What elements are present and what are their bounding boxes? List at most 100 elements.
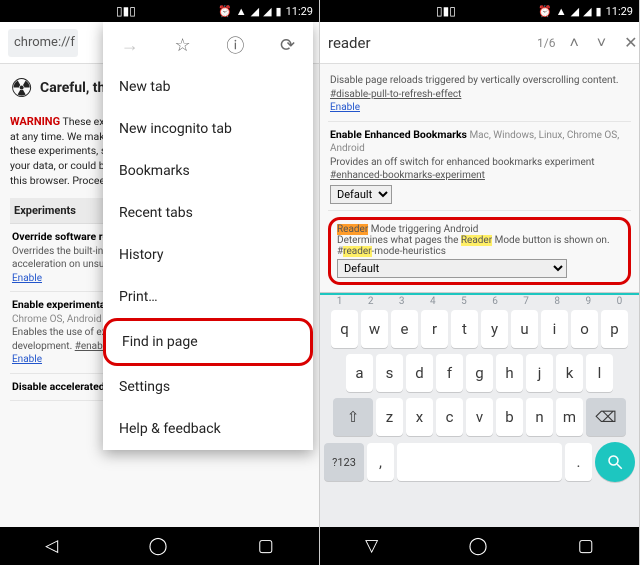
key-comma[interactable]: , [367,443,394,481]
key-z[interactable]: z [376,398,403,436]
nav-bar: ◁ ◯ ▢ [0,527,319,565]
flag-dropdown[interactable]: Default [337,259,567,278]
nav-home-icon[interactable]: ◯ [468,536,487,556]
wifi-icon: ▲ [236,5,247,18]
menu-new-tab[interactable]: New tab [103,66,313,108]
nav-recents-icon[interactable]: ▢ [578,536,594,556]
find-input[interactable] [328,34,527,52]
menu-bookmarks[interactable]: Bookmarks [103,150,313,192]
key-w[interactable]: w [361,310,388,348]
flag-hash: #disable-pull-to-refresh-effect [330,89,461,100]
find-close-icon[interactable]: ✕ [620,33,640,52]
key-n[interactable]: n [526,398,553,436]
battery-icon: ▮ [596,5,602,18]
key-x[interactable]: x [406,398,433,436]
key-m[interactable]: m [556,398,583,436]
key-y[interactable]: y [481,310,508,348]
vibrate-icon: ▯▮▯ [116,4,136,18]
warning-label: WARNING [10,115,60,128]
flag-enable-link[interactable]: Enable [12,354,42,365]
key-q[interactable]: q [331,310,358,348]
key-shift[interactable]: ⇧ [333,398,373,436]
key-h[interactable]: h [496,354,523,392]
highlighted-flag: Reader Mode triggering Android Determine… [328,217,631,285]
menu-find-in-page[interactable]: Find in page [103,318,313,366]
menu-settings[interactable]: Settings [103,366,313,408]
key-s[interactable]: s [376,354,403,392]
key-f[interactable]: f [436,354,463,392]
menu-recent-tabs[interactable]: Recent tabs [103,192,313,234]
vibrate-icon: ▯▮▯ [436,4,456,18]
nav-back-icon[interactable]: ◁ [45,536,58,556]
key-o[interactable]: o [571,310,598,348]
key-symbols[interactable]: ?123 [324,443,364,481]
key-p[interactable]: p [601,310,628,348]
menu-print[interactable]: Print… [103,276,313,318]
key-j[interactable]: j [526,354,553,392]
reload-icon[interactable]: ⟳ [280,35,295,56]
key-k[interactable]: k [556,354,583,392]
nav-back-icon[interactable]: ▽ [365,536,378,556]
status-bar: ▯▮▯ ⏰ ▲ ◢ ◢ ▮ 11:29 [320,0,639,22]
find-prev-icon[interactable]: ˄ [565,33,582,53]
right-screen: ▯▮▯ ⏰ ▲ ◢ ◢ ▮ 11:29 1/6 ˄ ˅ ✕ Disable pa… [320,0,640,565]
find-bar: 1/6 ˄ ˅ ✕ [320,22,639,64]
menu-new-incognito[interactable]: New incognito tab [103,108,313,150]
key-d[interactable]: d [406,354,433,392]
left-screen: ▯▮▯ ⏰ ▲ ◢ ◢ ▮ 11:29 chrome://f ☢ Careful… [0,0,320,565]
key-c[interactable]: c [436,398,463,436]
key-b[interactable]: b [496,398,523,436]
key-row-1: q w e r t y u i o p [320,307,639,351]
signal-icon: ◢ [251,5,259,18]
flag-dropdown[interactable]: Default [330,185,392,204]
wifi-icon: ▲ [556,5,567,18]
flag-title: Enable Enhanced Bookmarks [330,128,467,141]
highlight-current: Reader [337,224,368,235]
flag-desc: Disable page reloads triggered by vertic… [330,75,619,86]
key-e[interactable]: e [391,310,418,348]
alarm-icon: ⏰ [218,5,232,18]
signal-icon-2: ◢ [263,5,271,18]
key-a[interactable]: a [346,354,373,392]
overflow-menu: → ☆ ⓘ ⟳ New tab New incognito tab Bookma… [103,22,313,450]
highlight-match: Reader [461,235,492,246]
key-period[interactable]: . [565,443,592,481]
star-icon[interactable]: ☆ [175,35,191,56]
alarm-icon: ⏰ [538,5,552,18]
key-l[interactable]: l [586,354,613,392]
battery-icon: ▮ [276,5,282,18]
soft-keyboard: 1234567890 q w e r t y u i o p a s d f g… [320,292,639,527]
flag-item: Enable Enhanced Bookmarks Mac, Windows, … [328,122,631,211]
signal-icon: ◢ [571,5,579,18]
status-time: 11:29 [606,5,633,18]
find-next-icon[interactable]: ˅ [593,33,610,53]
key-row-2: a s d f g h j k l [320,351,639,395]
key-i[interactable]: i [541,310,568,348]
info-icon[interactable]: ⓘ [226,32,244,58]
menu-history[interactable]: History [103,234,313,276]
menu-icon-row: → ☆ ⓘ ⟳ [103,24,313,66]
status-time: 11:29 [286,5,313,18]
key-backspace[interactable]: ⌫ [586,398,626,436]
signal-icon-2: ◢ [583,5,591,18]
key-t[interactable]: t [451,310,478,348]
nav-recents-icon[interactable]: ▢ [258,536,274,556]
nav-home-icon[interactable]: ◯ [148,536,167,556]
key-v[interactable]: v [466,398,493,436]
flag-enable-link[interactable]: Enable [12,273,42,284]
key-space[interactable] [397,443,562,481]
nav-bar: ▽ ◯ ▢ [320,527,639,565]
flag-enable-link[interactable]: Enable [330,102,360,113]
highlight-match: reader [343,246,371,257]
key-search[interactable] [595,442,635,482]
key-g[interactable]: g [466,354,493,392]
key-r[interactable]: r [421,310,448,348]
url-bar[interactable]: chrome://f [8,29,78,57]
page-content: Disable page reloads triggered by vertic… [320,64,639,292]
flag-platforms: Android [444,224,479,235]
key-u[interactable]: u [511,310,538,348]
flag-item: Disable page reloads triggered by vertic… [328,68,631,122]
menu-help[interactable]: Help & feedback [103,408,313,450]
forward-icon[interactable]: → [121,35,139,56]
radiation-icon: ☢ [10,74,33,104]
